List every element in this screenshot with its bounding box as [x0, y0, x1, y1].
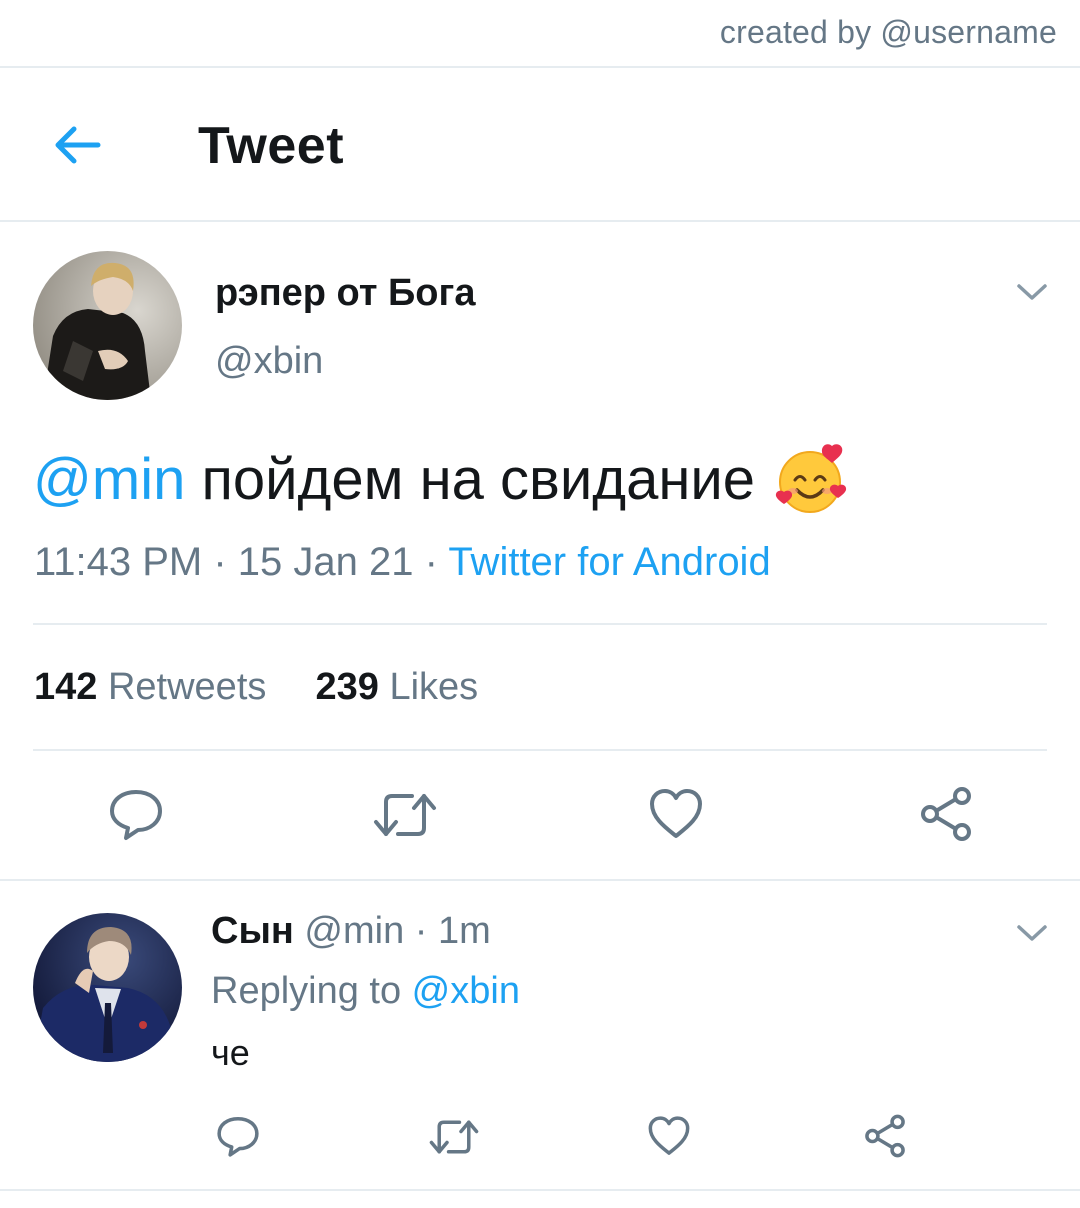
retweet-icon	[374, 794, 436, 836]
replying-to-line: Replying to @xbin	[211, 970, 520, 1013]
divider	[33, 623, 1047, 625]
divider	[0, 1189, 1080, 1191]
chevron-down-icon	[1017, 925, 1047, 941]
page-title: Tweet	[198, 117, 345, 175]
tweet-meta: 11:43 PM · 15 Jan 21 · Twitter for Andro…	[34, 540, 771, 585]
reply-like-button[interactable]	[647, 1115, 691, 1157]
reply-button[interactable]	[108, 786, 164, 842]
like-button[interactable]	[648, 787, 704, 841]
like-icon	[650, 789, 702, 838]
meta-separator: ·	[413, 540, 449, 584]
tweet-options-button[interactable]	[1016, 281, 1048, 303]
reply-header: Сын @min · 1m	[211, 910, 491, 953]
retweets-count: 142	[34, 666, 98, 708]
replying-to-link[interactable]: @xbin	[412, 970, 520, 1012]
reply-retweet-button[interactable]	[428, 1116, 480, 1158]
reply-text: че	[211, 1032, 250, 1073]
likes-label: Likes	[389, 666, 479, 708]
share-icon	[921, 787, 971, 841]
reply-separator: ·	[404, 910, 439, 952]
avatar-reply-author[interactable]	[33, 913, 182, 1062]
reply-author-name[interactable]: Сын	[211, 910, 294, 952]
reply-options-button[interactable]	[1016, 922, 1048, 944]
divider	[0, 879, 1080, 881]
credit-text: created by @username	[719, 14, 1057, 50]
reply-icon	[110, 790, 162, 840]
retweets-label: Retweets	[107, 666, 267, 708]
replying-label: Replying to	[211, 970, 412, 1012]
tweet-time: 11:43 PM	[34, 540, 203, 584]
divider	[33, 749, 1047, 751]
tweet-source-link[interactable]: Twitter for Android	[448, 540, 770, 584]
chevron-down-icon	[1017, 284, 1047, 300]
reply-icon	[217, 1116, 259, 1157]
likes-count: 239	[315, 666, 379, 708]
retweets-stat[interactable]: 142 Retweets	[34, 666, 266, 708]
reply-author-handle[interactable]: @min	[304, 910, 404, 952]
author-handle[interactable]: @xbin	[215, 340, 323, 383]
header-bar: Tweet	[0, 70, 1080, 220]
divider	[0, 220, 1080, 222]
author-name[interactable]: рэпер от Бога	[215, 272, 475, 315]
meta-separator: ·	[202, 540, 238, 584]
tweet-stats: 142 Retweets 239 Likes	[34, 666, 478, 709]
retweet-button[interactable]	[372, 788, 438, 842]
share-icon	[865, 1114, 905, 1158]
avatar-main-author[interactable]	[33, 251, 182, 400]
divider	[0, 66, 1080, 68]
avatar-image	[33, 913, 182, 1062]
share-button[interactable]	[918, 786, 974, 842]
back-button[interactable]	[48, 120, 108, 170]
reply-age: 1m	[438, 910, 491, 952]
tweet-body: пойдем на свидание	[185, 446, 772, 512]
smiling-face-with-hearts-icon	[776, 444, 847, 513]
reply-reply-button[interactable]	[216, 1114, 260, 1158]
retweet-icon	[429, 1120, 479, 1154]
arrow-left-icon	[55, 126, 101, 164]
tweet-date: 15 Jan 21	[237, 540, 414, 584]
like-icon	[648, 1116, 690, 1155]
reply-share-button[interactable]	[863, 1114, 907, 1158]
tweet-text: @min пойдем на свидание 🥰	[33, 442, 849, 516]
avatar-image	[33, 251, 182, 400]
likes-stat[interactable]: 239 Likes	[316, 666, 479, 708]
